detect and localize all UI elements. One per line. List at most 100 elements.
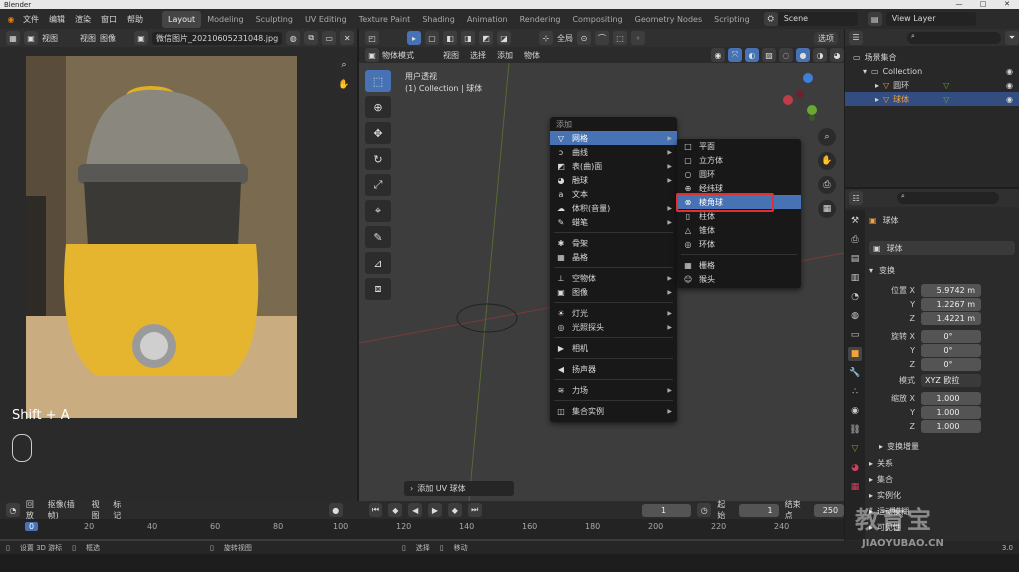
editor-type-icon[interactable]: ▦ [6, 31, 20, 45]
tool-tab-icon[interactable]: ⚒ [848, 214, 862, 228]
outliner-item-sphere[interactable]: ▸ ▽ 球体 ▽ ◉ [845, 92, 1019, 106]
image-menu-view2[interactable]: 视图 [80, 33, 96, 44]
hand-icon[interactable]: ✋ [818, 152, 836, 170]
proportional-icon[interactable]: ◦ [631, 31, 645, 45]
mesh-data-selector[interactable]: ▣ 球体 [869, 241, 1015, 255]
transform-tool-icon[interactable]: ⌖ [365, 200, 391, 222]
minimize-icon[interactable]: — [947, 0, 971, 9]
tab-compositing[interactable]: Compositing [566, 11, 628, 28]
close-icon[interactable]: ✕ [995, 0, 1019, 9]
menu-file[interactable]: 文件 [18, 14, 44, 25]
add-menu-volume[interactable]: ☁ 体积(音量) ▶ [550, 201, 677, 215]
properties-search-input[interactable]: ⌕ [897, 192, 999, 204]
material-tab-icon[interactable]: ◕ [848, 461, 862, 475]
jump-end-icon[interactable]: ⏭ [467, 503, 482, 517]
view-layer-selector[interactable]: View Layer [885, 12, 976, 26]
outliner-collection[interactable]: ▾ ▭ Collection ◉ [845, 64, 1019, 78]
properties-editor-icon[interactable]: ☷ [849, 191, 863, 205]
viewport-menu-select[interactable]: 选择 [466, 50, 490, 61]
filter-icon[interactable]: ⏷ [1005, 30, 1019, 45]
view-layer-tab-icon[interactable]: ▥ [848, 271, 862, 285]
tab-scripting[interactable]: Scripting [708, 11, 756, 28]
play-reverse-icon[interactable]: ◀ [408, 503, 423, 517]
mesh-plane[interactable]: □ 平面 [677, 139, 801, 153]
folder-icon[interactable]: ▭ [322, 31, 337, 45]
hand-icon[interactable]: ✋ [335, 76, 353, 94]
menu-window[interactable]: 窗口 [96, 14, 122, 25]
modifier-tab-icon[interactable]: 🔧 [848, 366, 862, 380]
outliner-search-input[interactable]: ⌕ [907, 31, 1001, 44]
add-cube-tool-icon[interactable]: ⧈ [365, 278, 391, 300]
mesh-monkey[interactable]: ☺ 猴头 [677, 272, 801, 286]
rotate-tool-icon[interactable]: ↻ [365, 148, 391, 170]
tab-modeling[interactable]: Modeling [201, 11, 249, 28]
eye-icon[interactable]: ◉ [1006, 95, 1013, 104]
image-menu-view[interactable]: 视图 [42, 33, 58, 44]
start-frame-field[interactable]: 1 [739, 503, 779, 517]
mode-icon[interactable]: ▣ [365, 48, 379, 62]
viewport-editor-icon[interactable]: ◰ [365, 31, 379, 45]
add-menu-mesh[interactable]: ▽ 网格 ▶ [550, 131, 677, 145]
mesh-cone[interactable]: △ 锥体 [677, 223, 801, 237]
mesh-cube[interactable]: ▢ 立方体 [677, 153, 801, 167]
record-icon[interactable]: ● [328, 503, 343, 517]
location-z-field[interactable]: 1.4221 m [921, 312, 981, 325]
tab-animation[interactable]: Animation [461, 11, 514, 28]
add-menu-light[interactable]: ☀ 灯光 ▶ [550, 306, 677, 320]
timeline-view[interactable]: 视图 [91, 499, 107, 521]
eye-icon[interactable]: ◉ [1006, 67, 1013, 76]
collections-header[interactable]: ▸ 集合 [869, 474, 893, 485]
rotation-mode-select[interactable]: XYZ 欧拉 [921, 374, 981, 387]
solid-shading-icon[interactable]: ● [796, 48, 810, 62]
object-name[interactable]: 球体 [883, 215, 899, 226]
select-box-icon[interactable]: ▢ [425, 31, 439, 45]
object-tab-icon[interactable]: ■ [848, 347, 862, 361]
add-menu-empty[interactable]: ⊥ 空物体 ▶ [550, 271, 677, 285]
delta-transform-header[interactable]: ▸ 变换增量 [879, 441, 919, 452]
transform-orientation[interactable]: 全局 [557, 33, 573, 44]
viewport-menu-object[interactable]: 物体 [520, 50, 544, 61]
add-menu-metaball[interactable]: ◕ 融球 ▶ [550, 173, 677, 187]
grid-icon[interactable]: ▦ [818, 200, 836, 218]
add-menu-lattice[interactable]: ▦ 晶格 [550, 250, 677, 264]
menu-edit[interactable]: 编辑 [44, 14, 70, 25]
xray-icon[interactable]: ▨ [762, 48, 776, 62]
cursor-tool-icon[interactable]: ⊕ [365, 96, 391, 118]
select-tool-icon[interactable]: ⬚ [365, 70, 391, 92]
rotation-y-field[interactable]: 0° [921, 344, 981, 357]
image-menu-image[interactable]: 图像 [100, 33, 116, 44]
tab-rendering[interactable]: Rendering [514, 11, 567, 28]
scene-tab-icon[interactable]: ◔ [848, 290, 862, 304]
physics-tab-icon[interactable]: ◉ [848, 404, 862, 418]
rotation-x-field[interactable]: 0° [921, 330, 981, 343]
add-menu-image[interactable]: ▣ 图像 ▶ [550, 285, 677, 299]
scale-x-field[interactable]: 1.000 [921, 392, 981, 405]
world-tab-icon[interactable]: ◍ [848, 309, 862, 323]
annotate-tool-icon[interactable]: ✎ [365, 226, 391, 248]
zoom-icon[interactable]: ⌕ [335, 56, 353, 74]
blender-logo-icon[interactable]: ◉ [4, 12, 18, 26]
visibility-icon[interactable]: ◉ [711, 48, 725, 62]
add-menu-armature[interactable]: ✱ 骨架 [550, 236, 677, 250]
select-invert-icon[interactable]: ◩ [479, 31, 493, 45]
unlink-icon[interactable]: ✕ [340, 31, 355, 45]
timeline-ruler[interactable]: 0 20 40 60 80 100 120 140 160 180 200 22… [0, 519, 844, 539]
outliner-scene-collection[interactable]: ▭ 场景集合 [845, 50, 1019, 64]
prev-key-icon[interactable]: ◆ [388, 503, 403, 517]
next-key-icon[interactable]: ◆ [447, 503, 462, 517]
select-tool-icon[interactable]: ▸ [407, 31, 421, 45]
end-frame-field[interactable]: 250 [814, 503, 845, 517]
outliner-item-torus[interactable]: ▸ ▽ 圆环 ▽ ◉ [845, 78, 1019, 92]
add-menu-force-field[interactable]: ≋ 力场 ▶ [550, 383, 677, 397]
jump-start-icon[interactable]: ⏮ [368, 503, 383, 517]
tab-uv-editing[interactable]: UV Editing [299, 11, 353, 28]
transform-panel-header[interactable]: ▾ 变换 [869, 265, 895, 276]
add-menu-collection-instance[interactable]: ◫ 集合实例 ▶ [550, 404, 677, 418]
image-browse-icon[interactable]: ▣ [134, 31, 148, 45]
add-menu-grease-pencil[interactable]: ✎ 蜡笔 ▶ [550, 215, 677, 229]
rotation-z-field[interactable]: 0° [921, 358, 981, 371]
options-button[interactable]: 选项 [814, 31, 838, 45]
constraints-tab-icon[interactable]: ⛓ [848, 423, 862, 437]
mesh-grid[interactable]: ▦ 栅格 [677, 258, 801, 272]
timeline-marker[interactable]: 标记 [113, 499, 129, 521]
